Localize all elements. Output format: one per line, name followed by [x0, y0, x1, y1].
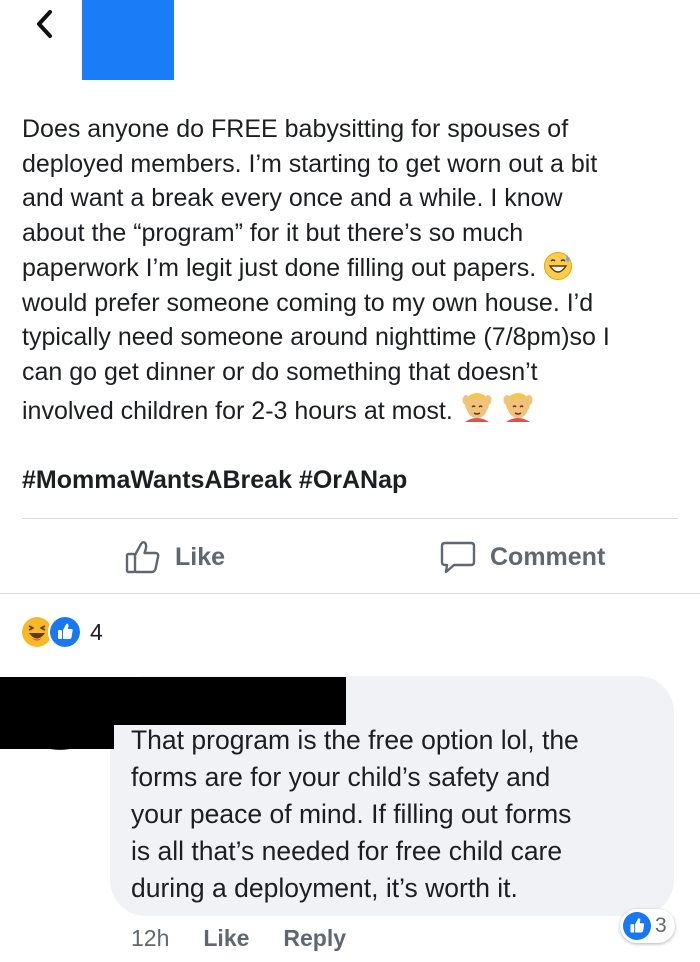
comment-text: That program is the free option lol, the… [131, 722, 666, 907]
speech-bubble-icon [440, 541, 476, 574]
post-line: would prefer someone coming to my own ho… [22, 288, 594, 317]
divider [22, 518, 678, 519]
grinning-sweat-emoji-icon [544, 251, 573, 280]
woman-getting-massage-emoji-icon [462, 392, 492, 422]
woman-getting-massage-emoji-icon [503, 392, 533, 422]
like-reaction-icon [623, 912, 651, 940]
comment-reaction-count: 3 [655, 914, 667, 937]
post-line: paperwork I’m legit just done filling ou… [22, 251, 678, 286]
comment-meta: 12h Like Reply [131, 922, 346, 954]
post-reactions[interactable]: 4 [20, 615, 103, 649]
comment-line: forms are for your child’s safety and [131, 762, 551, 792]
post-line: involved children for 2-3 hours at most. [22, 390, 678, 429]
reaction-count: 4 [90, 618, 103, 645]
post-hashtags[interactable]: #MommaWantsABreak #OrANap [22, 466, 407, 495]
comment-line: That program is the free option lol, the [131, 725, 579, 755]
like-reaction-icon [48, 615, 82, 649]
post-line-text: paperwork I’m legit just done filling ou… [22, 253, 537, 282]
post-line: can go get dinner or do something that d… [22, 357, 538, 386]
avatar-redaction [82, 0, 174, 80]
commenter-avatar-redaction [0, 725, 114, 749]
chevron-left-icon[interactable] [30, 6, 62, 42]
post-line: about the “program” for it but there’s s… [22, 219, 524, 248]
comment-line: is all that’s needed for free child care [131, 836, 563, 866]
comment-line: during a deployment, it’s worth it. [131, 873, 518, 903]
divider [0, 593, 700, 594]
post-line: deployed members. I’m starting to get wo… [22, 149, 598, 178]
post-text: Does anyone do FREE babysitting for spou… [22, 112, 678, 428]
like-label: Like [175, 542, 226, 571]
post-line: typically need someone around nighttime … [22, 323, 610, 352]
comment-reactions[interactable]: 3 [620, 909, 675, 943]
post-line-text: involved children for 2-3 hours at most. [22, 396, 453, 425]
comment-button[interactable]: Comment [440, 537, 605, 577]
comment-line: your peace of mind. If filling out forms [131, 799, 572, 829]
post-line: Does anyone do FREE babysitting for spou… [22, 115, 569, 143]
commenter-name-redaction [0, 677, 346, 725]
post-line: and want a break every once and a while.… [22, 184, 563, 213]
comment-reply-link[interactable]: Reply [283, 925, 346, 952]
comment-like-link[interactable]: Like [203, 925, 249, 952]
comment-timestamp[interactable]: 12h [131, 925, 169, 952]
like-button[interactable]: Like [125, 537, 225, 577]
comment-label: Comment [490, 542, 606, 571]
thumbs-up-outline-icon [125, 541, 160, 574]
